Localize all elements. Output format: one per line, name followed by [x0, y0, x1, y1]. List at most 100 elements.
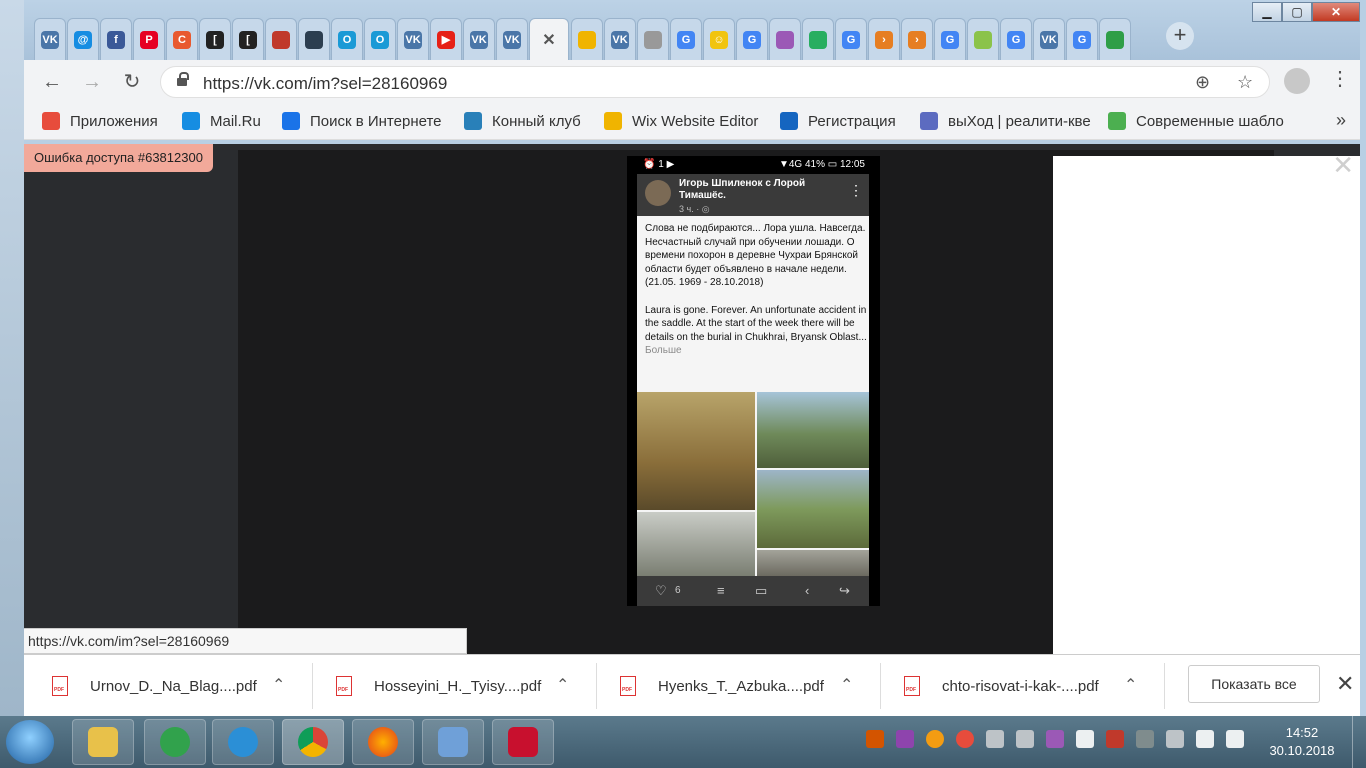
download-item[interactable]: Hyenks_T._Azbuka....pdf ⌃ — [620, 669, 853, 703]
browser-menu-icon[interactable]: ⋮ — [1330, 66, 1350, 91]
browser-tab[interactable]: VK — [496, 18, 528, 60]
browser-tab[interactable]: G — [934, 18, 966, 60]
taskbar-app[interactable] — [422, 719, 484, 765]
browser-tab[interactable]: [ — [232, 18, 264, 60]
browser-tab[interactable]: G — [736, 18, 768, 60]
browser-tab[interactable] — [637, 18, 669, 60]
chevron-up-icon[interactable]: ⌃ — [840, 675, 853, 695]
bookmarks-overflow-icon[interactable]: » — [1336, 110, 1346, 131]
tray-icon-5[interactable] — [986, 730, 1004, 748]
bookmark-item[interactable]: Поиск в Интернете — [282, 112, 442, 130]
taskbar-mail-agent[interactable] — [144, 719, 206, 765]
tray-icon-6[interactable] — [1016, 730, 1034, 748]
browser-tab[interactable]: f — [100, 18, 132, 60]
bookmark-item[interactable]: Приложения — [42, 112, 158, 130]
vk-icon: VK — [404, 30, 422, 49]
taskbar-clock[interactable]: 14:52 30.10.2018 — [1262, 724, 1342, 760]
bookmark-item[interactable]: Регистрация — [780, 112, 896, 130]
browser-tab[interactable]: › — [901, 18, 933, 60]
taskbar-chrome[interactable] — [282, 719, 344, 765]
alert-icon[interactable] — [956, 730, 974, 748]
bookmark-item[interactable]: Современные шабло — [1108, 112, 1284, 130]
address-bar[interactable]: https://vk.com/im?sel=28160969 ⊕ ☆ — [160, 66, 1270, 98]
browser-tab[interactable]: VK — [1033, 18, 1065, 60]
browser-tab[interactable]: › — [868, 18, 900, 60]
browser-tab[interactable] — [802, 18, 834, 60]
download-item[interactable]: chto-risovat-i-kak-....pdf ⌃ — [904, 669, 1137, 703]
browser-tab[interactable]: O — [331, 18, 363, 60]
profile-avatar[interactable] — [1284, 68, 1310, 94]
browser-tab[interactable] — [298, 18, 330, 60]
network-icon[interactable] — [1136, 730, 1154, 748]
bookmark-star-icon[interactable]: ☆ — [1237, 72, 1253, 93]
browser-tab[interactable]: @ — [67, 18, 99, 60]
zoom-icon[interactable]: ⊕ — [1195, 72, 1210, 93]
close-viewer-icon[interactable]: ✕ — [1332, 150, 1354, 181]
onenote-icon[interactable] — [896, 730, 914, 748]
chevron-up-icon[interactable]: ⌃ — [1124, 675, 1137, 695]
back-button[interactable]: ← — [38, 68, 66, 96]
new-tab-button[interactable]: + — [1166, 22, 1194, 50]
browser-tab[interactable]: P — [133, 18, 165, 60]
bracket-icon: [ — [239, 30, 257, 49]
browser-tab[interactable]: G — [1066, 18, 1098, 60]
volume-muted-icon[interactable] — [1166, 730, 1184, 748]
tray-icon-7[interactable] — [1046, 730, 1064, 748]
download-item[interactable]: Hosseyini_H._Tyisy....pdf ⌃ — [336, 669, 569, 703]
browser-tab[interactable]: VK — [463, 18, 495, 60]
close-shelf-icon[interactable]: ✕ — [1336, 671, 1354, 697]
minimize-button[interactable]: ▁ — [1252, 2, 1282, 22]
show-desktop-button[interactable] — [1352, 716, 1366, 768]
taskbar-ie[interactable] — [212, 719, 274, 765]
page-content: ⏰ 1 ▶ ▼4G 41% ▭ 12:05 Игорь Шпиленок с Л… — [24, 144, 1360, 654]
reload-button[interactable]: ↻ — [118, 68, 146, 96]
browser-tab[interactable]: [ — [199, 18, 231, 60]
tray-icon-1[interactable] — [866, 730, 884, 748]
facebook-icon: f — [107, 30, 125, 49]
address-url[interactable]: https://vk.com/im?sel=28160969 — [203, 74, 447, 94]
browser-tab[interactable]: VK — [397, 18, 429, 60]
browser-tab[interactable] — [1099, 18, 1131, 60]
browser-tab[interactable] — [265, 18, 297, 60]
browser-tab[interactable]: G — [835, 18, 867, 60]
download-name: chto-risovat-i-kak-....pdf — [942, 677, 1099, 695]
youtube-icon: ▶ — [437, 30, 455, 49]
error-badge: Ошибка доступа #63812300 — [24, 144, 213, 172]
taskbar-mcafee[interactable] — [492, 719, 554, 765]
download-item[interactable]: Urnov_D._Na_Blag....pdf ⌃ — [52, 669, 285, 703]
pinterest-icon: P — [140, 30, 158, 49]
maximize-button[interactable]: ▢ — [1282, 2, 1312, 22]
dots-icon — [776, 30, 794, 49]
bookmark-item[interactable]: выХод | реалити-кве — [920, 112, 1091, 130]
browser-tab[interactable] — [769, 18, 801, 60]
start-button[interactable] — [6, 720, 54, 764]
update-icon[interactable] — [926, 730, 944, 748]
tray-icon-8[interactable] — [1076, 730, 1094, 748]
bookmark-item[interactable]: Wix Website Editor — [604, 112, 758, 130]
forward-button[interactable]: → — [78, 68, 106, 96]
browser-tab[interactable]: G — [1000, 18, 1032, 60]
bookmark-item[interactable]: Mail.Ru — [182, 112, 261, 130]
browser-tab[interactable]: ▶ — [430, 18, 462, 60]
browser-tab[interactable]: O — [364, 18, 396, 60]
browser-tab[interactable]: C — [166, 18, 198, 60]
browser-tab[interactable]: ✕ — [529, 18, 569, 60]
volume-icon[interactable] — [1226, 730, 1244, 748]
taskbar-explorer[interactable] — [72, 719, 134, 765]
browser-tab[interactable]: VK — [34, 18, 66, 60]
tray-icon-12[interactable] — [1196, 730, 1214, 748]
chevron-up-icon[interactable]: ⌃ — [556, 675, 569, 695]
browser-tab[interactable]: G — [670, 18, 702, 60]
tray-icon-9[interactable] — [1106, 730, 1124, 748]
bookmark-item[interactable]: Конный клуб — [464, 112, 581, 130]
close-window-button[interactable]: ✕ — [1312, 2, 1360, 22]
browser-tab[interactable] — [967, 18, 999, 60]
browser-tab[interactable] — [571, 18, 603, 60]
chrome-icon — [298, 727, 328, 757]
browser-tab[interactable]: ☺ — [703, 18, 735, 60]
arrow-icon: › — [908, 30, 926, 49]
taskbar-firefox[interactable] — [352, 719, 414, 765]
chevron-up-icon[interactable]: ⌃ — [272, 675, 285, 695]
show-all-downloads-button[interactable]: Показать все — [1188, 665, 1320, 703]
browser-tab[interactable]: VK — [604, 18, 636, 60]
